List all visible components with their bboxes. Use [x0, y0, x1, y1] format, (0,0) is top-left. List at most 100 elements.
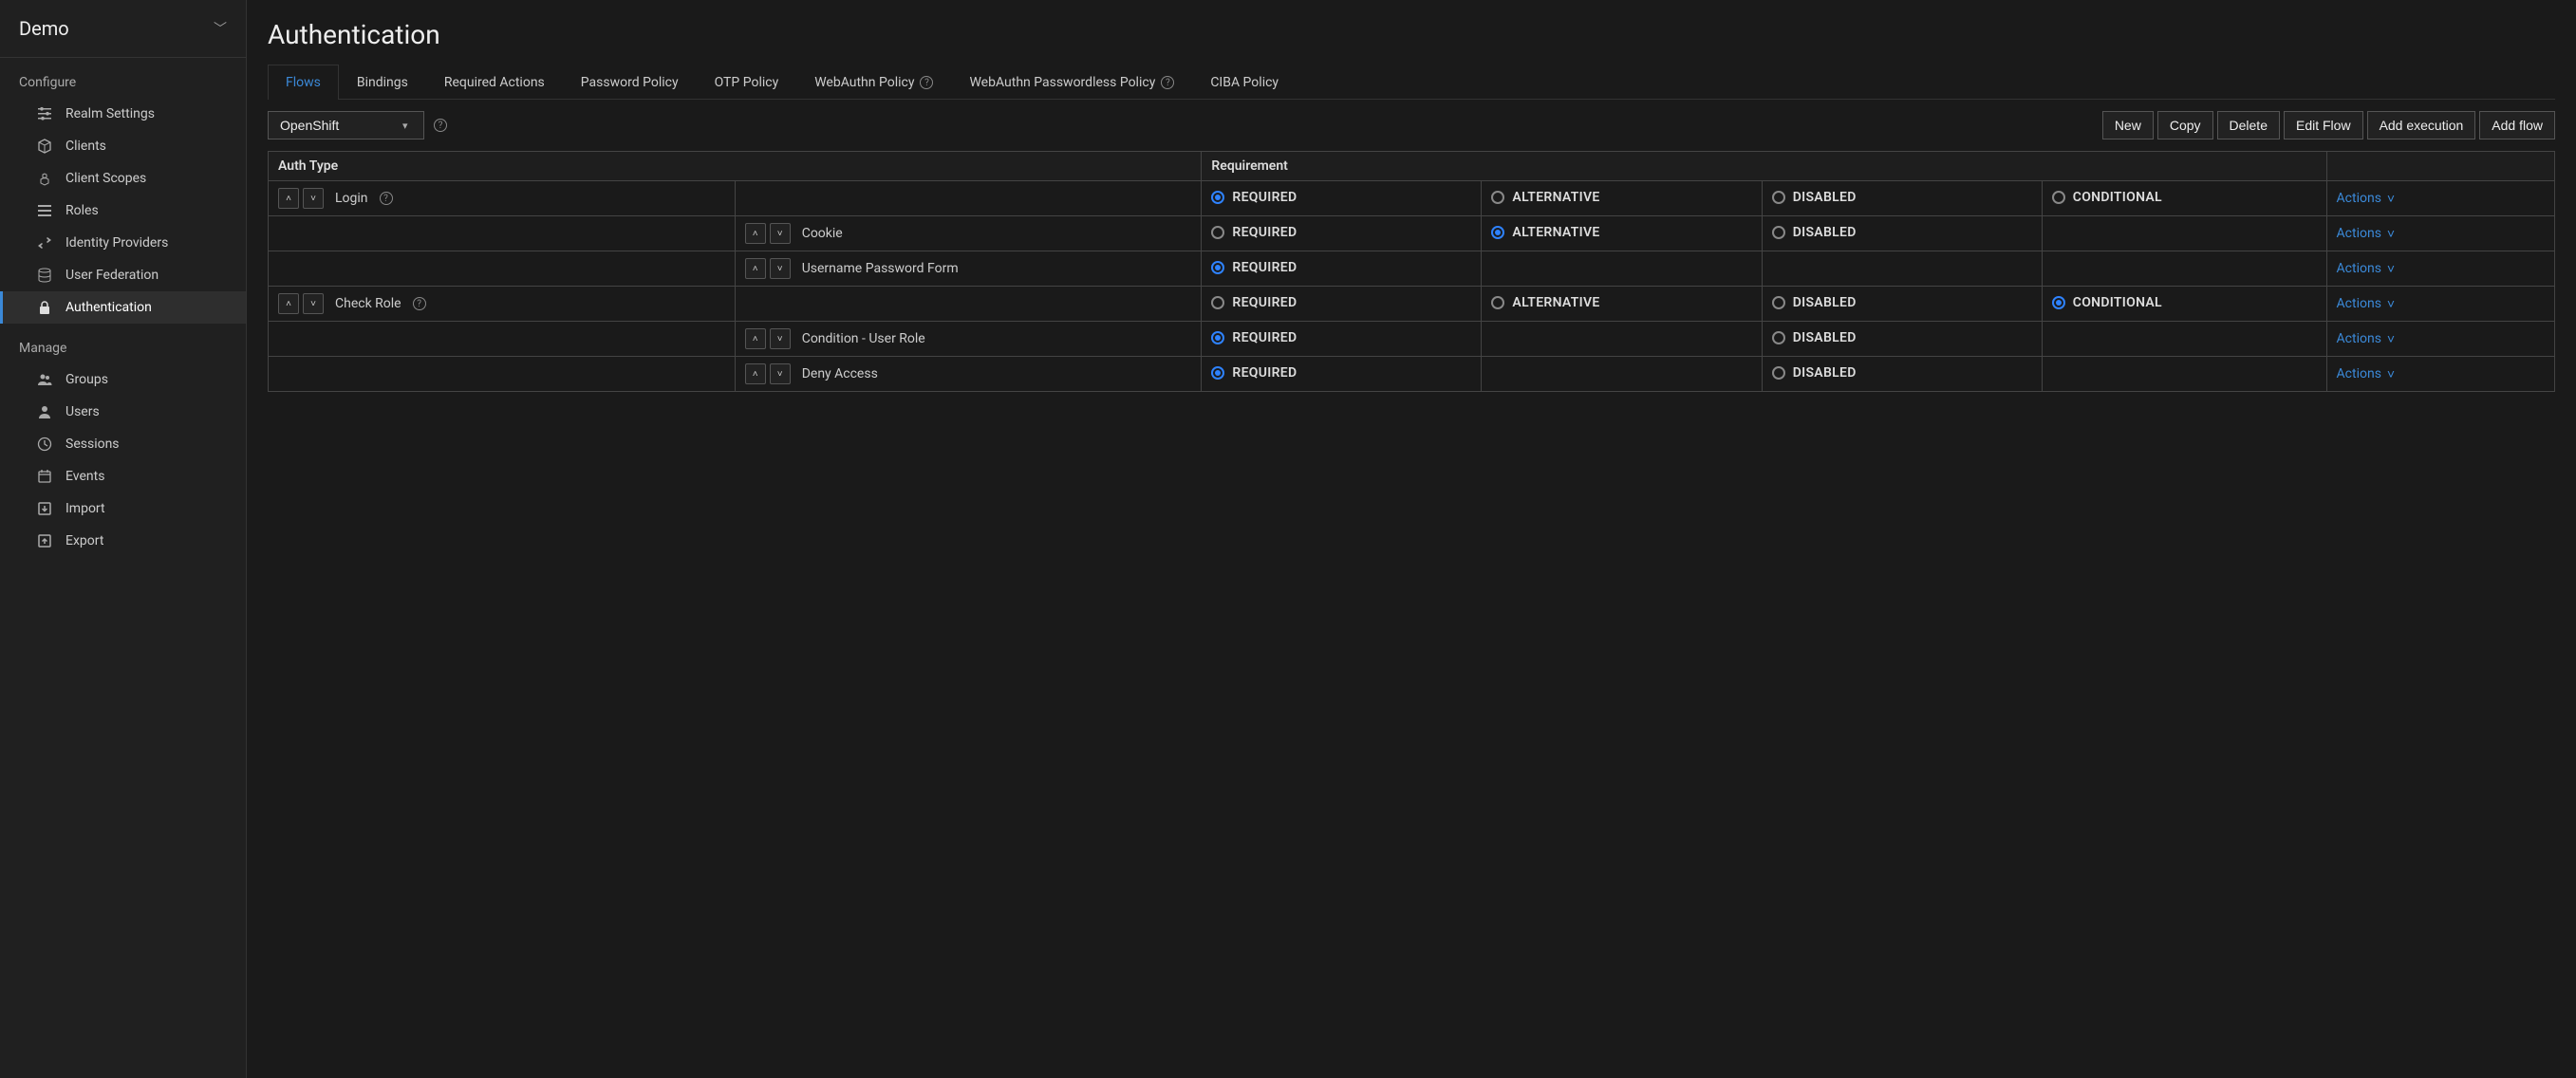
actions-dropdown[interactable]: Actions˅ [2337, 366, 2396, 382]
tab-required-actions[interactable]: Required Actions [426, 65, 563, 100]
add-execution-button[interactable]: Add execution [2367, 111, 2476, 139]
requirement-required[interactable]: REQUIRED [1211, 295, 1297, 310]
export-icon [37, 533, 52, 548]
sidebar-item-export[interactable]: Export [0, 525, 246, 557]
tab-label: Password Policy [581, 75, 679, 90]
actions-dropdown[interactable]: Actions˅ [2337, 191, 2396, 207]
edit-flow-button[interactable]: Edit Flow [2284, 111, 2363, 139]
realm-selector[interactable]: Demo ﹀ [0, 0, 246, 58]
move-up-button[interactable]: ˄ [745, 363, 766, 384]
requirement-label: CONDITIONAL [2073, 295, 2162, 310]
database-icon [37, 268, 52, 283]
help-icon[interactable]: ? [380, 192, 393, 205]
requirement-conditional[interactable]: CONDITIONAL [2052, 295, 2162, 310]
help-icon[interactable]: ? [1161, 76, 1174, 89]
sidebar-item-events[interactable]: Events [0, 460, 246, 493]
sidebar-item-label: Clients [65, 139, 106, 154]
tab-webauthn-policy[interactable]: WebAuthn Policy? [796, 65, 951, 100]
sidebar-item-client-scopes[interactable]: Client Scopes [0, 162, 246, 195]
execution-name: Check Role [335, 296, 401, 311]
move-down-button[interactable]: ˅ [770, 258, 791, 279]
tab-label: CIBA Policy [1210, 75, 1279, 90]
radio-icon [1211, 261, 1224, 274]
move-down-button[interactable]: ˅ [303, 188, 324, 209]
sidebar-item-sessions[interactable]: Sessions [0, 428, 246, 460]
requirement-label: DISABLED [1793, 330, 1857, 345]
radio-icon [1772, 331, 1785, 344]
sidebar-item-user-federation[interactable]: User Federation [0, 259, 246, 291]
sidebar-item-label: Identity Providers [65, 235, 168, 251]
chevron-down-icon: ˅ [2387, 366, 2395, 382]
actions-dropdown[interactable]: Actions˅ [2337, 261, 2396, 277]
requirement-alternative[interactable]: ALTERNATIVE [1491, 190, 1599, 205]
move-down-button[interactable]: ˅ [770, 328, 791, 349]
cubes-icon [37, 171, 52, 186]
requirement-required[interactable]: REQUIRED [1211, 190, 1297, 205]
move-down-button[interactable]: ˅ [303, 293, 324, 314]
move-up-button[interactable]: ˄ [278, 188, 299, 209]
sidebar-section-header: Manage [0, 324, 246, 363]
requirement-required[interactable]: REQUIRED [1211, 260, 1297, 275]
chevron-down-icon: ˅ [2387, 261, 2395, 277]
sidebar-item-realm-settings[interactable]: Realm Settings [0, 98, 246, 130]
toolbar: OpenShift ? New Copy Delete Edit Flow Ad… [268, 100, 2555, 151]
requirement-disabled[interactable]: DISABLED [1772, 365, 1857, 381]
radio-icon [2052, 296, 2065, 309]
requirement-required[interactable]: REQUIRED [1211, 365, 1297, 381]
radio-icon [1491, 226, 1504, 239]
flow-table: Auth Type Requirement ˄˅Login?REQUIREDAL… [268, 151, 2555, 392]
actions-dropdown[interactable]: Actions˅ [2337, 331, 2396, 347]
tab-otp-policy[interactable]: OTP Policy [697, 65, 797, 100]
requirement-disabled[interactable]: DISABLED [1772, 295, 1857, 310]
requirement-disabled[interactable]: DISABLED [1772, 190, 1857, 205]
move-up-button[interactable]: ˄ [745, 223, 766, 244]
move-up-button[interactable]: ˄ [278, 293, 299, 314]
requirement-alternative[interactable]: ALTERNATIVE [1491, 225, 1599, 240]
add-flow-button[interactable]: Add flow [2479, 111, 2555, 139]
radio-icon [1211, 366, 1224, 380]
tabs: FlowsBindingsRequired Actions Password Po… [268, 64, 2555, 100]
actions-label: Actions [2337, 296, 2381, 311]
move-down-button[interactable]: ˅ [770, 363, 791, 384]
sidebar-section-header: Configure [0, 58, 246, 98]
execution-name: Condition - User Role [802, 331, 925, 346]
tab-bindings[interactable]: Bindings [339, 65, 426, 100]
requirement-label: ALTERNATIVE [1512, 295, 1599, 310]
sidebar-item-identity-providers[interactable]: Identity Providers [0, 227, 246, 259]
requirement-conditional[interactable]: CONDITIONAL [2052, 190, 2162, 205]
flow-select[interactable]: OpenShift [268, 111, 424, 139]
requirement-disabled[interactable]: DISABLED [1772, 330, 1857, 345]
table-row: ˄˅Username Password FormREQUIREDActions˅ [269, 251, 2555, 287]
sidebar-item-roles[interactable]: Roles [0, 195, 246, 227]
sidebar-item-import[interactable]: Import [0, 493, 246, 525]
help-icon[interactable]: ? [413, 297, 426, 310]
sidebar-item-clients[interactable]: Clients [0, 130, 246, 162]
tab-flows[interactable]: Flows [268, 65, 339, 100]
requirement-alternative[interactable]: ALTERNATIVE [1491, 295, 1599, 310]
tab-webauthn-passwordless-policy[interactable]: WebAuthn Passwordless Policy? [951, 65, 1192, 100]
move-down-button[interactable]: ˅ [770, 223, 791, 244]
sidebar-item-users[interactable]: Users [0, 396, 246, 428]
requirement-required[interactable]: REQUIRED [1211, 225, 1297, 240]
exchange-icon [37, 235, 52, 251]
actions-dropdown[interactable]: Actions˅ [2337, 226, 2396, 242]
requirement-disabled[interactable]: DISABLED [1772, 225, 1857, 240]
sidebar-item-authentication[interactable]: Authentication [0, 291, 246, 324]
sidebar-item-label: Sessions [65, 437, 120, 452]
calendar-icon [37, 469, 52, 484]
move-up-button[interactable]: ˄ [745, 328, 766, 349]
execution-name: Login [335, 191, 368, 206]
tab-ciba-policy[interactable]: CIBA Policy [1192, 65, 1297, 100]
sidebar-item-groups[interactable]: Groups [0, 363, 246, 396]
move-up-button[interactable]: ˄ [745, 258, 766, 279]
help-icon[interactable]: ? [434, 119, 447, 132]
radio-icon [1772, 366, 1785, 380]
requirement-required[interactable]: REQUIRED [1211, 330, 1297, 345]
actions-dropdown[interactable]: Actions ˅ [2337, 296, 2396, 312]
chevron-down-icon: ˅ [2387, 296, 2395, 312]
delete-button[interactable]: Delete [2217, 111, 2280, 139]
tab-password-policy[interactable]: Password Policy [563, 65, 697, 100]
help-icon[interactable]: ? [920, 76, 933, 89]
new-button[interactable]: New [2102, 111, 2154, 139]
copy-button[interactable]: Copy [2157, 111, 2213, 139]
